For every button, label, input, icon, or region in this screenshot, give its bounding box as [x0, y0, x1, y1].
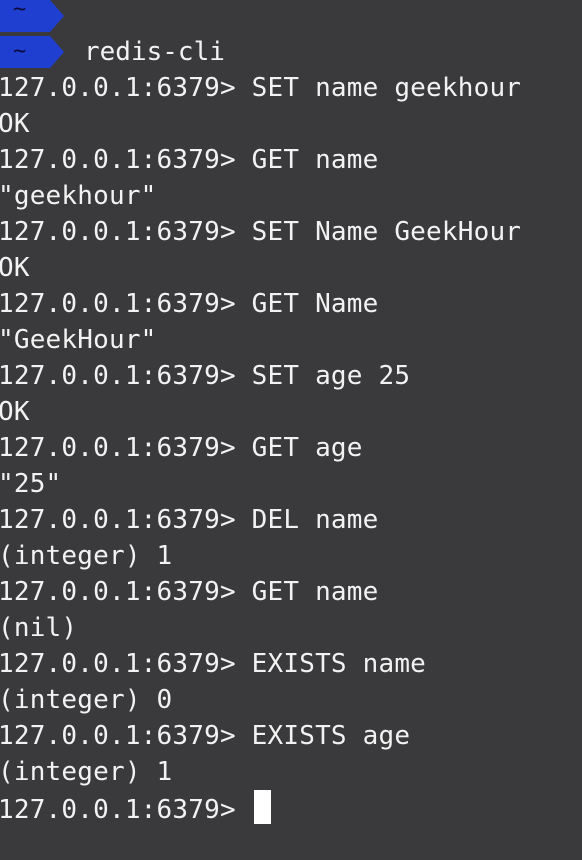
launch-command: redis-cli [84, 37, 225, 67]
terminal-line: (nil) [0, 613, 78, 643]
terminal-line: 127.0.0.1:6379> GET name [0, 145, 379, 175]
terminal-line: 127.0.0.1:6379> EXISTS name [0, 649, 427, 679]
tilde-symbol: ~ [13, 39, 27, 64]
terminal-line: 127.0.0.1:6379> SET Name GeekHour [0, 217, 522, 247]
terminal-line: 127.0.0.1:6379> GET age [0, 433, 363, 463]
terminal-line: OK [0, 397, 30, 427]
terminal-line: (integer) 1 [0, 541, 173, 571]
terminal-line: 127.0.0.1:6379> SET name geekhour [0, 73, 522, 103]
terminal-line: 127.0.0.1:6379> DEL name [0, 505, 379, 535]
text-cursor[interactable] [253, 790, 271, 824]
terminal-line: OK [0, 253, 30, 283]
terminal-line: 127.0.0.1:6379> SET age 25 [0, 361, 411, 391]
terminal-line: 127.0.0.1:6379> GET name [0, 577, 379, 607]
segment-arrow-icon [0, 0, 64, 32]
current-prompt: 127.0.0.1:6379> [0, 795, 252, 825]
terminal-line: "geekhour" [0, 181, 157, 211]
terminal-line: (integer) 1 [0, 757, 173, 787]
prompt-segment-home-2: ~ [0, 36, 64, 68]
terminal-output: 127.0.0.1:6379> SET name geekhour OK 127… [0, 70, 521, 826]
terminal-line: "25" [0, 469, 62, 499]
segment-arrow-icon [0, 36, 64, 68]
terminal-line: OK [0, 109, 30, 139]
terminal-line: (integer) 0 [0, 685, 173, 715]
terminal-window[interactable]: ~ ~ redis-cli 127.0.0.1:6379> SET name g… [0, 0, 582, 860]
terminal-line: 127.0.0.1:6379> EXISTS age [0, 721, 411, 751]
tilde-symbol: ~ [13, 0, 27, 22]
terminal-line: 127.0.0.1:6379> GET Name [0, 289, 379, 319]
prompt-segment-home-1: ~ [0, 0, 64, 32]
terminal-input-line[interactable]: 127.0.0.1:6379> [0, 790, 521, 826]
terminal-line: "GeekHour" [0, 325, 157, 355]
